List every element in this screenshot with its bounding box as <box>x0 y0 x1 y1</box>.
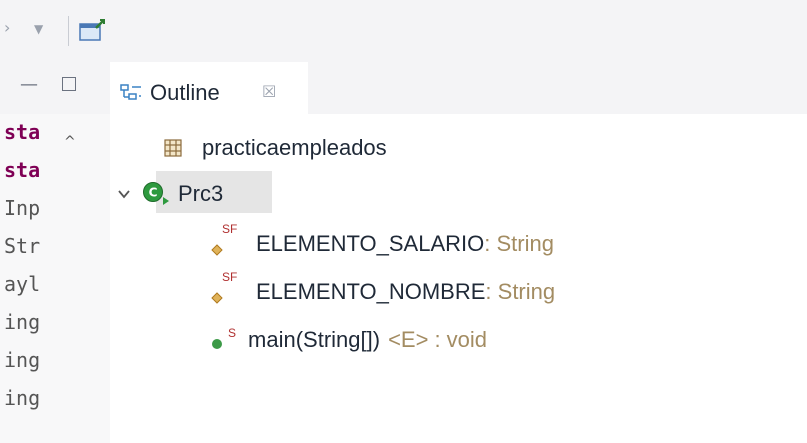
outline-view-icon <box>120 84 141 100</box>
package-name: practicaempleados <box>202 135 387 160</box>
package-icon <box>164 139 182 157</box>
close-icon[interactable]: ☒ <box>262 82 276 101</box>
maximize-icon[interactable] <box>62 77 76 91</box>
field-modifiers: SF <box>222 270 238 284</box>
code-line: Inp <box>4 196 41 220</box>
field-type: : String <box>484 231 554 256</box>
field-name: ELEMENTO_NOMBRE <box>256 279 486 304</box>
class-icon: C <box>143 182 169 205</box>
code-line: sta <box>4 158 41 182</box>
scroll-up-icon[interactable]: ^ <box>64 134 76 150</box>
class-name: Prc3 <box>178 181 224 206</box>
tree-item-class[interactable]: C Prc3 <box>116 174 223 214</box>
method-modifiers: S <box>228 326 237 340</box>
tree-item-field[interactable]: SF ELEMENTO_SALARIO : String <box>210 222 554 264</box>
editor-header: — <box>0 62 110 114</box>
field-type: : String <box>485 279 556 304</box>
toolbar-separator <box>68 16 69 46</box>
public-method-icon <box>212 339 222 349</box>
tree-item-package[interactable]: practicaempleados <box>164 128 387 168</box>
new-window-icon[interactable] <box>78 18 106 44</box>
code-line: sta <box>4 120 41 144</box>
editor-panel: — ^ sta sta Inp Str ayl ing ing ing <box>0 62 111 443</box>
tree-item-field[interactable]: SF ELEMENTO_NOMBRE : String <box>210 270 556 312</box>
tree-item-method[interactable]: S main(String[]) <E> : void <box>210 320 487 360</box>
outline-view: Outline ☒ practicaempleados C Prc3 SF EL… <box>110 62 807 443</box>
code-line: ing <box>4 348 41 372</box>
method-return-type: : void <box>434 327 488 352</box>
code-line: ing <box>4 310 41 334</box>
svg-text:C: C <box>149 186 158 200</box>
dropdown-arrow-icon[interactable]: ▼ <box>34 22 43 36</box>
method-generic: <E> <box>388 327 429 352</box>
main-toolbar: › ▼ <box>0 0 807 62</box>
code-line: Str <box>4 234 41 258</box>
nav-forward-icon[interactable]: › <box>4 18 10 37</box>
method-signature: main(String[]) <box>248 327 381 352</box>
code-line: ayl <box>4 272 41 296</box>
code-line: ing <box>4 386 41 410</box>
minimize-icon[interactable]: — <box>20 74 38 95</box>
tab-bar <box>308 62 807 114</box>
chevron-down-icon[interactable] <box>116 186 132 202</box>
field-modifiers: SF <box>222 222 238 236</box>
tab-outline[interactable]: Outline ☒ <box>110 62 308 126</box>
field-name: ELEMENTO_SALARIO <box>256 231 485 256</box>
tab-outline-label: Outline <box>150 80 220 105</box>
